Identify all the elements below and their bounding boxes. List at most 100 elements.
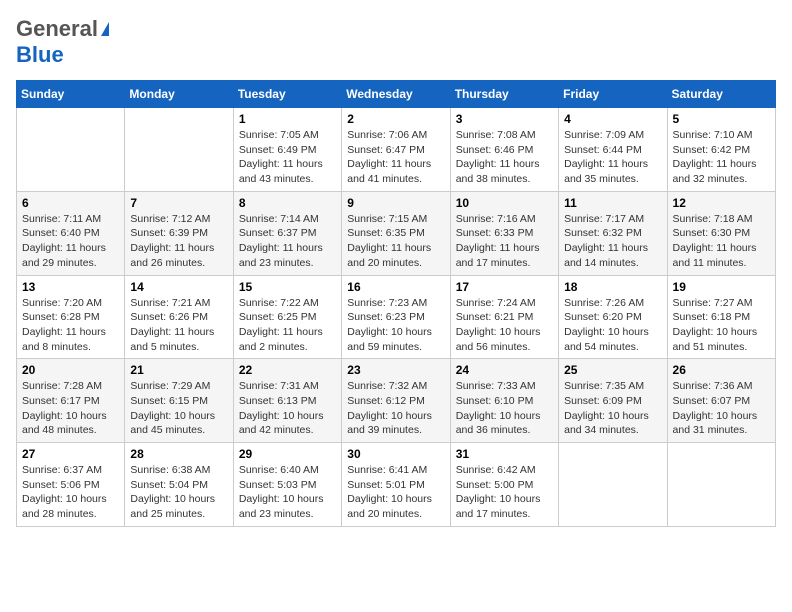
day-number: 17: [456, 280, 553, 294]
day-info: Sunrise: 6:40 AMSunset: 5:03 PMDaylight:…: [239, 463, 336, 522]
day-number: 18: [564, 280, 661, 294]
day-cell: 10 Sunrise: 7:16 AMSunset: 6:33 PMDayligh…: [450, 191, 558, 275]
day-cell: 30Sunrise: 6:41 AMSunset: 5:01 PMDayligh…: [342, 443, 450, 527]
day-info: Sunrise: 7:16 AMSunset: 6:33 PMDaylight:…: [456, 212, 553, 271]
day-info: Sunrise: 7:23 AMSunset: 6:23 PMDaylight:…: [347, 296, 444, 355]
logo-general-text: General: [16, 16, 98, 42]
day-info: Sunrise: 7:11 AMSunset: 6:40 PMDaylight:…: [22, 212, 119, 271]
week-row-2: 6Sunrise: 7:11 AMSunset: 6:40 PMDaylight…: [17, 191, 776, 275]
day-cell: 27 Sunrise: 6:37 AMSunset: 5:06 PMDayligh…: [17, 443, 125, 527]
day-info: Sunrise: 7:09 AMSunset: 6:44 PMDaylight:…: [564, 128, 661, 187]
day-cell: 1 Sunrise: 7:05 AMSunset: 6:49 PMDaylight…: [233, 108, 341, 192]
day-cell: 20 Sunrise: 7:28 AMSunset: 6:17 PMDayligh…: [17, 359, 125, 443]
page-header: General Blue: [16, 16, 776, 68]
day-number: 10: [456, 196, 553, 210]
day-cell: 2Sunrise: 7:06 AMSunset: 6:47 PMDaylight…: [342, 108, 450, 192]
day-info: Sunrise: 7:26 AMSunset: 6:20 PMDaylight:…: [564, 296, 661, 355]
header-saturday: Saturday: [667, 81, 775, 108]
day-cell: 9 Sunrise: 7:15 AMSunset: 6:35 PMDaylight…: [342, 191, 450, 275]
header-wednesday: Wednesday: [342, 81, 450, 108]
day-number: 25: [564, 363, 661, 377]
day-cell: [559, 443, 667, 527]
header-monday: Monday: [125, 81, 233, 108]
day-info: Sunrise: 7:14 AMSunset: 6:37 PMDaylight:…: [239, 212, 336, 271]
week-row-1: 1 Sunrise: 7:05 AMSunset: 6:49 PMDaylight…: [17, 108, 776, 192]
day-info: Sunrise: 7:06 AMSunset: 6:47 PMDaylight:…: [347, 128, 444, 187]
header-thursday: Thursday: [450, 81, 558, 108]
day-info: Sunrise: 7:18 AMSunset: 6:30 PMDaylight:…: [673, 212, 770, 271]
day-number: 22: [239, 363, 336, 377]
day-cell: 3 Sunrise: 7:08 AMSunset: 6:46 PMDaylight…: [450, 108, 558, 192]
weekday-header-row: SundayMondayTuesdayWednesdayThursdayFrid…: [17, 81, 776, 108]
day-cell: 17 Sunrise: 7:24 AMSunset: 6:21 PMDayligh…: [450, 275, 558, 359]
day-number: 15: [239, 280, 336, 294]
day-info: Sunrise: 7:15 AMSunset: 6:35 PMDaylight:…: [347, 212, 444, 271]
day-cell: 14Sunrise: 7:21 AMSunset: 6:26 PMDayligh…: [125, 275, 233, 359]
header-tuesday: Tuesday: [233, 81, 341, 108]
day-number: 21: [130, 363, 227, 377]
week-row-4: 20 Sunrise: 7:28 AMSunset: 6:17 PMDayligh…: [17, 359, 776, 443]
day-info: Sunrise: 7:35 AMSunset: 6:09 PMDaylight:…: [564, 379, 661, 438]
day-number: 29: [239, 447, 336, 461]
day-info: Sunrise: 6:37 AMSunset: 5:06 PMDaylight:…: [22, 463, 119, 522]
day-number: 27: [22, 447, 119, 461]
day-cell: 24 Sunrise: 7:33 AMSunset: 6:10 PMDayligh…: [450, 359, 558, 443]
day-info: Sunrise: 7:36 AMSunset: 6:07 PMDaylight:…: [673, 379, 770, 438]
day-cell: 21 Sunrise: 7:29 AMSunset: 6:15 PMDayligh…: [125, 359, 233, 443]
day-number: 12: [673, 196, 770, 210]
day-cell: 18 Sunrise: 7:26 AMSunset: 6:20 PMDayligh…: [559, 275, 667, 359]
day-cell: 26 Sunrise: 7:36 AMSunset: 6:07 PMDayligh…: [667, 359, 775, 443]
day-cell: 13Sunrise: 7:20 AMSunset: 6:28 PMDayligh…: [17, 275, 125, 359]
day-number: 23: [347, 363, 444, 377]
day-info: Sunrise: 7:05 AMSunset: 6:49 PMDaylight:…: [239, 128, 336, 187]
week-row-5: 27 Sunrise: 6:37 AMSunset: 5:06 PMDayligh…: [17, 443, 776, 527]
day-cell: 16 Sunrise: 7:23 AMSunset: 6:23 PMDayligh…: [342, 275, 450, 359]
day-cell: [667, 443, 775, 527]
day-info: Sunrise: 7:28 AMSunset: 6:17 PMDaylight:…: [22, 379, 119, 438]
day-cell: 15 Sunrise: 7:22 AMSunset: 6:25 PMDayligh…: [233, 275, 341, 359]
day-info: Sunrise: 7:24 AMSunset: 6:21 PMDaylight:…: [456, 296, 553, 355]
day-number: 20: [22, 363, 119, 377]
day-info: Sunrise: 7:31 AMSunset: 6:13 PMDaylight:…: [239, 379, 336, 438]
day-cell: [17, 108, 125, 192]
day-cell: 4Sunrise: 7:09 AMSunset: 6:44 PMDaylight…: [559, 108, 667, 192]
day-info: Sunrise: 7:17 AMSunset: 6:32 PMDaylight:…: [564, 212, 661, 271]
day-info: Sunrise: 7:27 AMSunset: 6:18 PMDaylight:…: [673, 296, 770, 355]
logo-icon: [101, 22, 109, 36]
day-cell: 28Sunrise: 6:38 AMSunset: 5:04 PMDayligh…: [125, 443, 233, 527]
header-sunday: Sunday: [17, 81, 125, 108]
day-info: Sunrise: 7:22 AMSunset: 6:25 PMDaylight:…: [239, 296, 336, 355]
day-info: Sunrise: 6:42 AMSunset: 5:00 PMDaylight:…: [456, 463, 553, 522]
day-cell: 11Sunrise: 7:17 AMSunset: 6:32 PMDayligh…: [559, 191, 667, 275]
day-cell: 22 Sunrise: 7:31 AMSunset: 6:13 PMDayligh…: [233, 359, 341, 443]
day-number: 31: [456, 447, 553, 461]
day-info: Sunrise: 7:33 AMSunset: 6:10 PMDaylight:…: [456, 379, 553, 438]
day-cell: 6Sunrise: 7:11 AMSunset: 6:40 PMDaylight…: [17, 191, 125, 275]
week-row-3: 13Sunrise: 7:20 AMSunset: 6:28 PMDayligh…: [17, 275, 776, 359]
day-number: 24: [456, 363, 553, 377]
day-cell: 25 Sunrise: 7:35 AMSunset: 6:09 PMDayligh…: [559, 359, 667, 443]
day-cell: 23 Sunrise: 7:32 AMSunset: 6:12 PMDayligh…: [342, 359, 450, 443]
logo: General Blue: [16, 16, 109, 68]
day-cell: [125, 108, 233, 192]
logo-blue-text: Blue: [16, 42, 64, 68]
day-number: 13: [22, 280, 119, 294]
day-number: 3: [456, 112, 553, 126]
day-number: 30: [347, 447, 444, 461]
day-info: Sunrise: 7:29 AMSunset: 6:15 PMDaylight:…: [130, 379, 227, 438]
day-info: Sunrise: 7:12 AMSunset: 6:39 PMDaylight:…: [130, 212, 227, 271]
day-cell: 31 Sunrise: 6:42 AMSunset: 5:00 PMDayligh…: [450, 443, 558, 527]
day-number: 26: [673, 363, 770, 377]
day-number: 16: [347, 280, 444, 294]
day-number: 1: [239, 112, 336, 126]
day-cell: 29 Sunrise: 6:40 AMSunset: 5:03 PMDayligh…: [233, 443, 341, 527]
day-number: 9: [347, 196, 444, 210]
day-number: 14: [130, 280, 227, 294]
day-number: 8: [239, 196, 336, 210]
day-info: Sunrise: 7:08 AMSunset: 6:46 PMDaylight:…: [456, 128, 553, 187]
day-info: Sunrise: 7:32 AMSunset: 6:12 PMDaylight:…: [347, 379, 444, 438]
day-number: 5: [673, 112, 770, 126]
calendar-table: SundayMondayTuesdayWednesdayThursdayFrid…: [16, 80, 776, 527]
header-friday: Friday: [559, 81, 667, 108]
day-info: Sunrise: 7:10 AMSunset: 6:42 PMDaylight:…: [673, 128, 770, 187]
